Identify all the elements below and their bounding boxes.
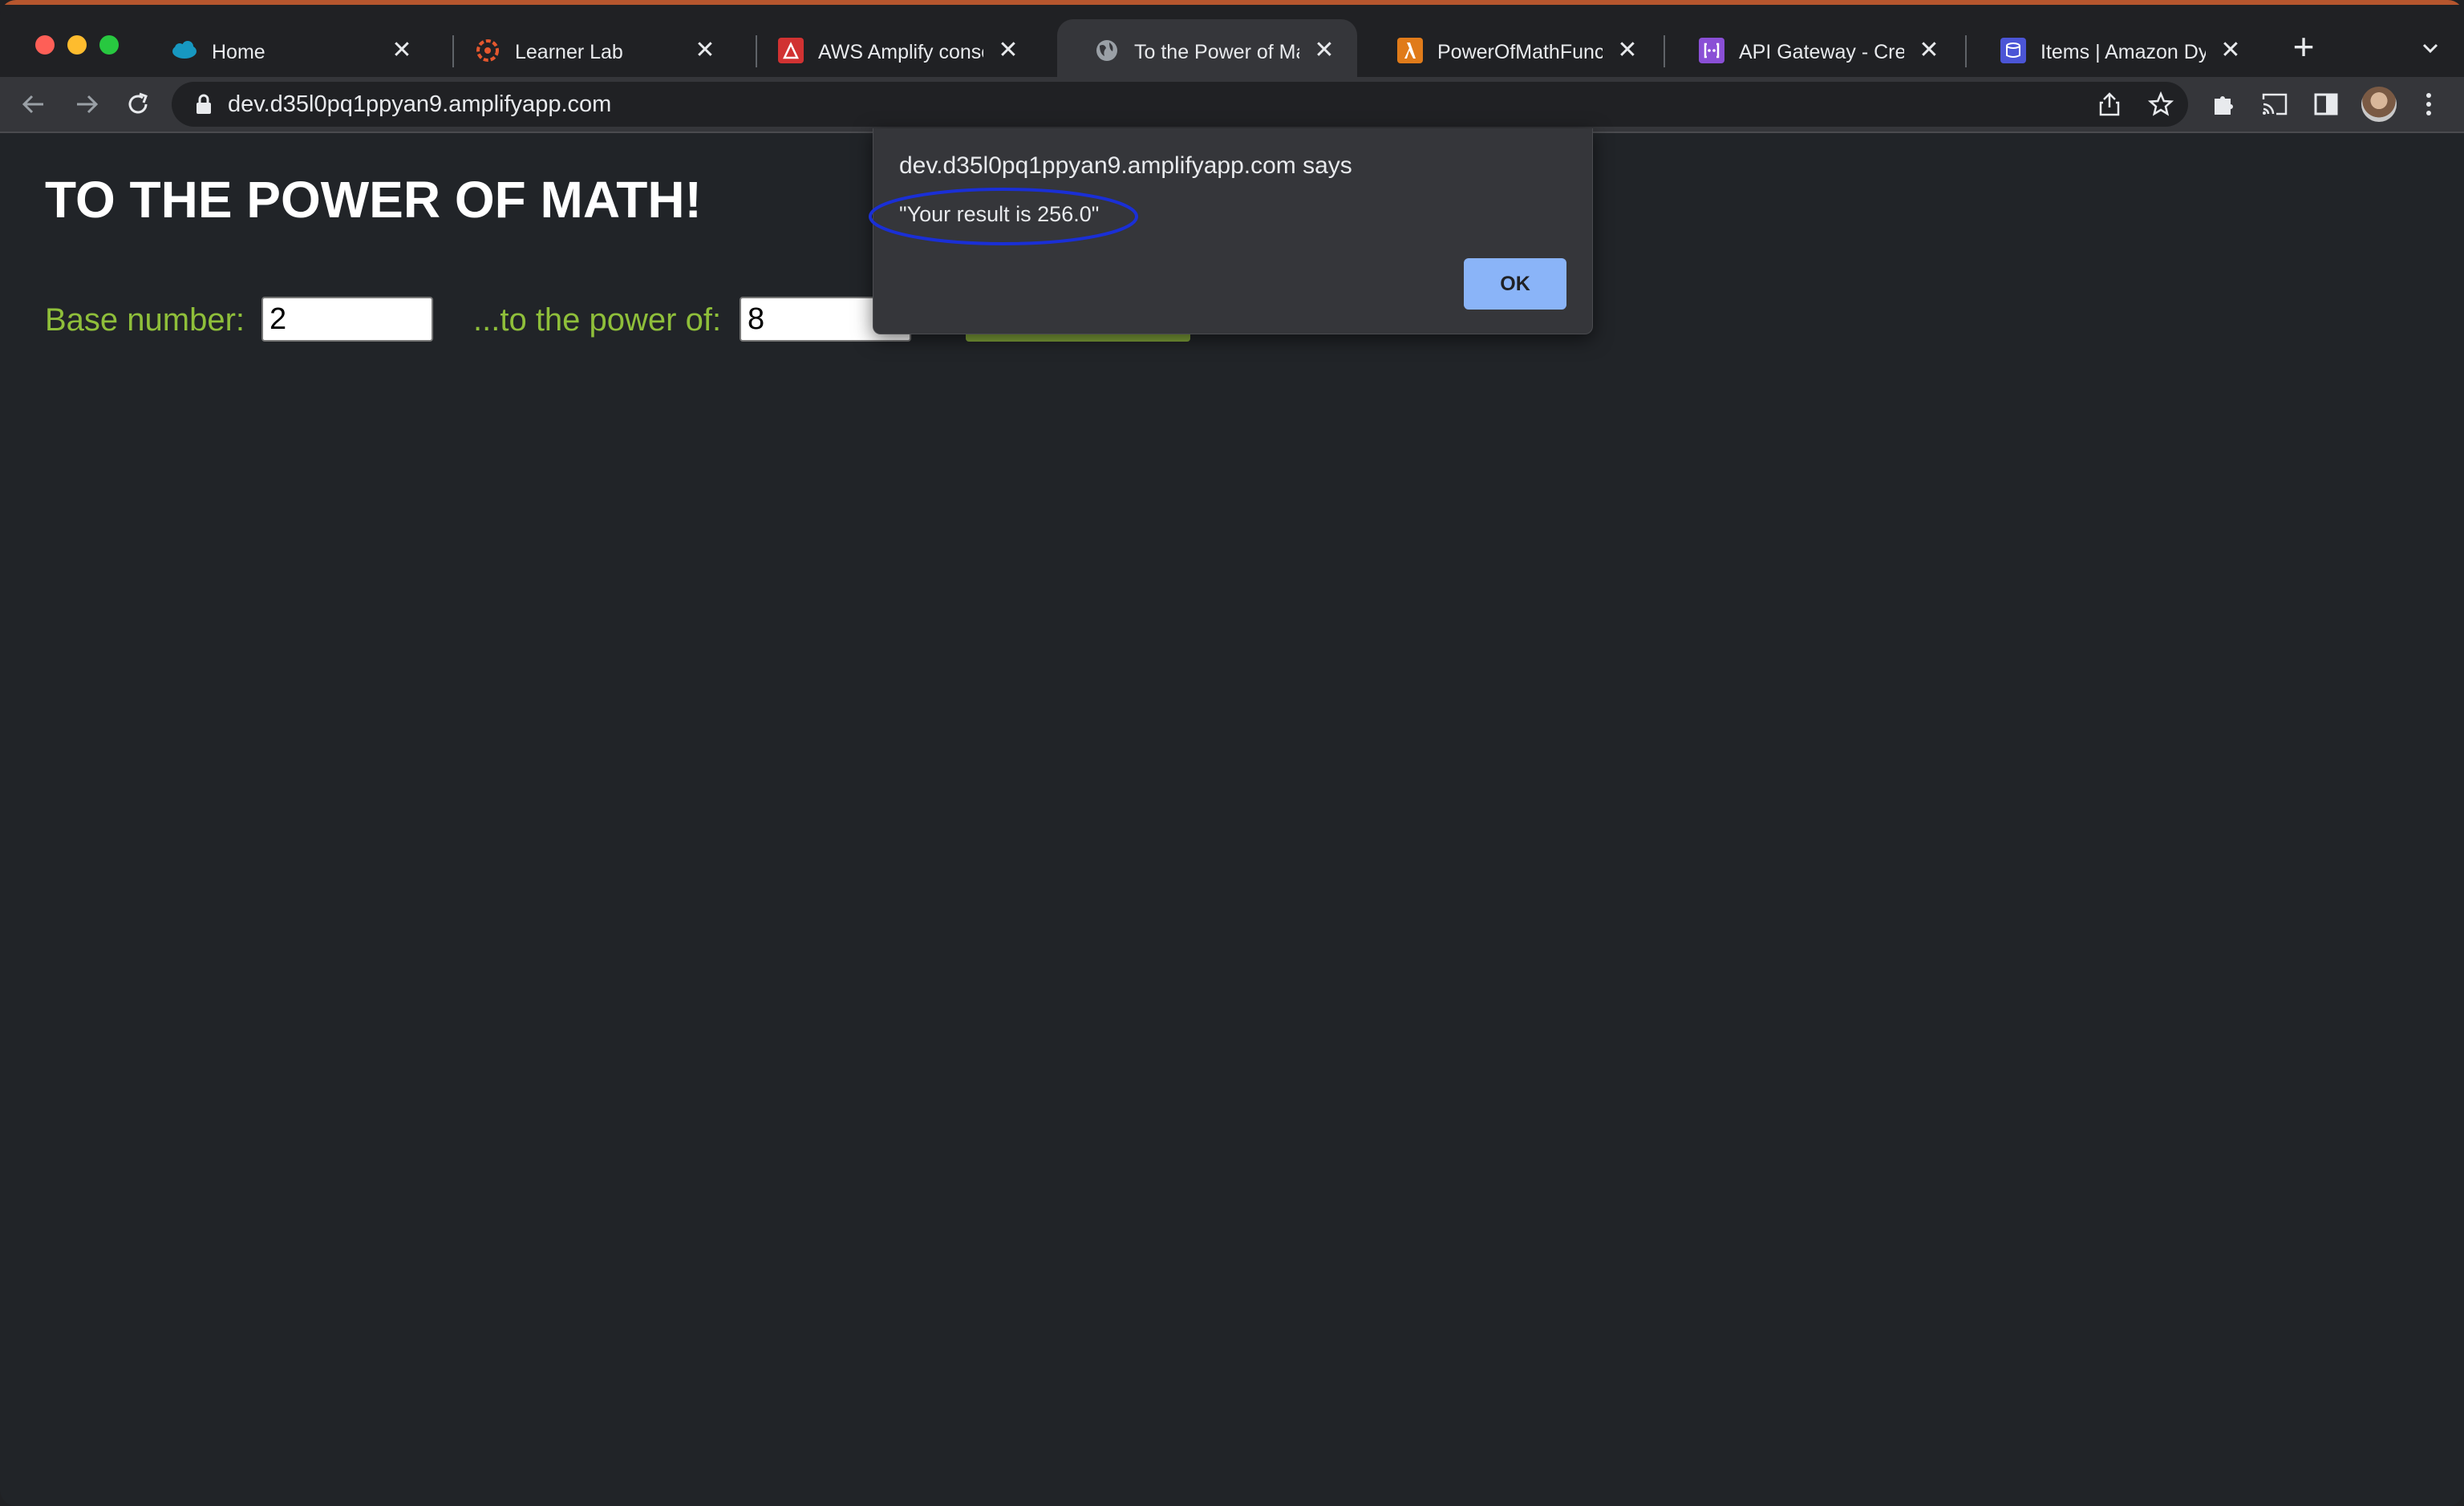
highlight-ellipse-annotation: [869, 188, 1138, 245]
new-tab-button[interactable]: +: [2286, 28, 2321, 65]
tab-dynamodb-items[interactable]: Items | Amazon Dynamo ✕: [1964, 19, 2263, 82]
tab-title: To the Power of Math!: [1134, 41, 1299, 63]
window-maximize-button[interactable]: [99, 35, 119, 55]
dynamodb-icon: [2000, 38, 2026, 63]
share-icon[interactable]: [2093, 88, 2126, 120]
aws-amplify-icon: [778, 38, 804, 63]
forward-arrow-icon[interactable]: [71, 88, 103, 120]
tab-to-the-power-of-math[interactable]: To the Power of Math! ✕: [1057, 19, 1357, 82]
lock-icon[interactable]: [192, 93, 215, 115]
alert-dialog: dev.d35l0pq1ppyan9.amplifyapp.com says "…: [869, 128, 1593, 334]
learner-lab-icon: [475, 38, 500, 63]
close-icon[interactable]: ✕: [1311, 37, 1338, 64]
address-bar[interactable]: dev.d35l0pq1ppyan9.amplifyapp.com: [172, 82, 2188, 127]
tab-learner-lab[interactable]: Learner Lab ✕: [438, 19, 738, 82]
close-icon[interactable]: ✕: [691, 37, 719, 64]
exponent-label: ...to the power of:: [473, 302, 722, 338]
side-panel-icon[interactable]: [2310, 88, 2342, 120]
tab-search-chevron-icon[interactable]: [2414, 32, 2446, 64]
dialog-title: dev.d35l0pq1ppyan9.amplifyapp.com says: [899, 152, 1352, 179]
aws-lambda-icon: [1397, 38, 1423, 63]
api-gateway-icon: [1699, 38, 1724, 63]
cast-icon[interactable]: [2259, 88, 2291, 120]
close-icon[interactable]: ✕: [2217, 37, 2244, 64]
tab-api-gateway[interactable]: API Gateway - Create ✕: [1662, 19, 1962, 82]
close-icon[interactable]: ✕: [995, 37, 1022, 64]
url-text[interactable]: dev.d35l0pq1ppyan9.amplifyapp.com: [228, 90, 611, 119]
close-icon[interactable]: ✕: [1614, 37, 1641, 64]
browser-toolbar: dev.d35l0pq1ppyan9.amplifyapp.com: [0, 77, 2464, 132]
page-title: TO THE POWER OF MATH!: [45, 171, 702, 229]
tab-aws-amplify-console[interactable]: AWS Amplify console ✕: [741, 19, 1041, 82]
tab-title: AWS Amplify console: [818, 41, 983, 63]
tab-home[interactable]: Home ✕: [135, 19, 435, 82]
tab-title: PowerOfMathFunction: [1437, 41, 1603, 63]
ok-button[interactable]: OK: [1464, 258, 1566, 310]
tab-title: Learner Lab: [515, 41, 623, 63]
reload-icon[interactable]: [122, 88, 154, 120]
close-icon[interactable]: ✕: [1915, 37, 1943, 64]
tab-power-of-math-function[interactable]: PowerOfMathFunction ✕: [1360, 19, 1660, 82]
profile-avatar[interactable]: [2361, 87, 2397, 122]
bookmark-star-icon[interactable]: [2145, 88, 2177, 120]
browser-window: Home ✕ Learner Lab ✕ AWS Amplify console…: [0, 0, 2464, 1506]
base-number-input[interactable]: [261, 297, 433, 342]
window-close-button[interactable]: [35, 35, 55, 55]
close-icon[interactable]: ✕: [388, 37, 415, 64]
back-arrow-icon[interactable]: [18, 88, 50, 120]
base-number-label: Base number:: [45, 302, 245, 338]
extensions-puzzle-icon[interactable]: [2207, 88, 2239, 120]
tab-title: API Gateway - Create: [1739, 41, 1904, 63]
window-minimize-button[interactable]: [67, 35, 87, 55]
globe-icon: [1094, 38, 1120, 63]
tab-title: Items | Amazon Dynamo: [2040, 41, 2206, 63]
tab-title: Home: [212, 41, 265, 63]
more-menu-icon[interactable]: [2413, 88, 2445, 120]
page-content: TO THE POWER OF MATH! Base number: ...to…: [0, 133, 2464, 1506]
salesforce-cloud-icon: [172, 38, 197, 63]
